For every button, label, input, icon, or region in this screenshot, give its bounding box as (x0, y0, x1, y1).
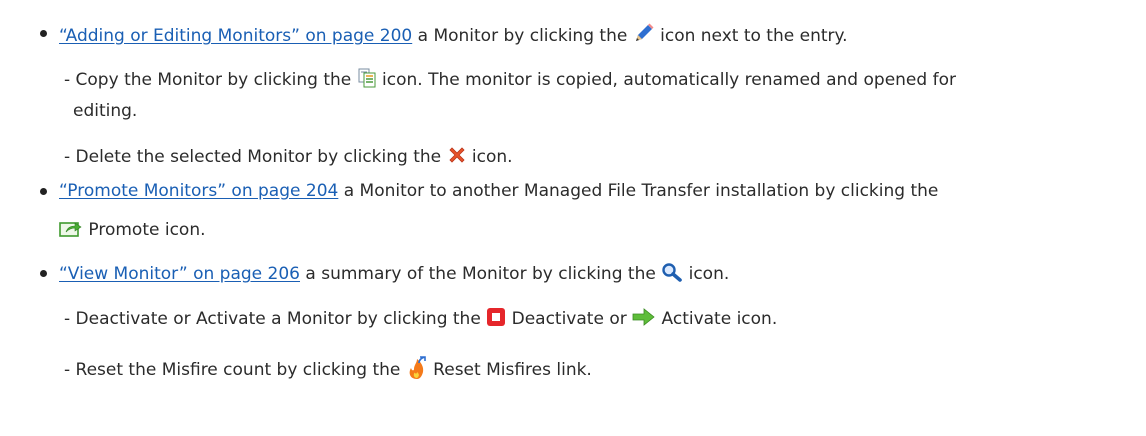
sub-item-text: editing. (73, 101, 138, 121)
sub-item: - Deactivate or Activate a Monitor by cl… (64, 307, 777, 330)
sub-item: - Copy the Monitor by clicking the icon.… (64, 68, 956, 91)
item-text: a summary of the Monitor by clicking the (300, 264, 662, 284)
deactivate-stop-icon[interactable] (486, 307, 506, 327)
sub-item-text: Reset Misfires link. (427, 360, 592, 380)
sub-item-text: icon. (466, 147, 513, 167)
bullet (40, 30, 47, 37)
item-text: a Monitor by clicking the (412, 26, 633, 46)
list-item: “Promote Monitors” on page 204 a Monitor… (59, 180, 938, 202)
activate-arrow-icon[interactable] (632, 307, 656, 327)
item-text: Promote icon. (83, 220, 206, 240)
sub-item: - Delete the selected Monitor by clickin… (64, 145, 513, 168)
sub-item-text: Activate icon. (656, 309, 778, 329)
adding-editing-monitors-link[interactable]: “Adding or Editing Monitors” on page 200 (59, 26, 412, 46)
promote-monitors-link[interactable]: “Promote Monitors” on page 204 (59, 181, 338, 201)
list-item-continuation: Promote icon. (59, 218, 206, 241)
magnifier-icon[interactable] (661, 262, 683, 282)
bullet (40, 270, 47, 277)
sub-item-text: - Deactivate or Activate a Monitor by cl… (64, 309, 487, 329)
reset-misfire-icon[interactable] (406, 356, 428, 380)
sub-item-continuation: editing. (73, 100, 137, 122)
list-item: “View Monitor” on page 206 a summary of … (59, 262, 729, 285)
sub-item-text: - Copy the Monitor by clicking the (64, 70, 357, 90)
view-monitor-link[interactable]: “View Monitor” on page 206 (59, 264, 300, 284)
item-text: icon. (683, 264, 730, 284)
sub-item-text: - Reset the Misfire count by clicking th… (64, 360, 406, 380)
sub-item-text: icon. The monitor is copied, automatical… (376, 70, 956, 90)
item-text: icon next to the entry. (654, 26, 848, 46)
pencil-edit-icon[interactable] (633, 22, 655, 44)
delete-x-icon[interactable] (447, 145, 467, 165)
item-text: a Monitor to another Managed File Transf… (338, 181, 939, 201)
sub-item-text: Deactivate or (506, 309, 633, 329)
list-item: “Adding or Editing Monitors” on page 200… (59, 22, 848, 47)
copy-icon[interactable] (357, 68, 377, 88)
sub-item-text: - Delete the selected Monitor by clickin… (64, 147, 447, 167)
promote-icon[interactable] (59, 218, 83, 238)
bullet (40, 188, 47, 195)
sub-item: - Reset the Misfire count by clicking th… (64, 356, 592, 381)
